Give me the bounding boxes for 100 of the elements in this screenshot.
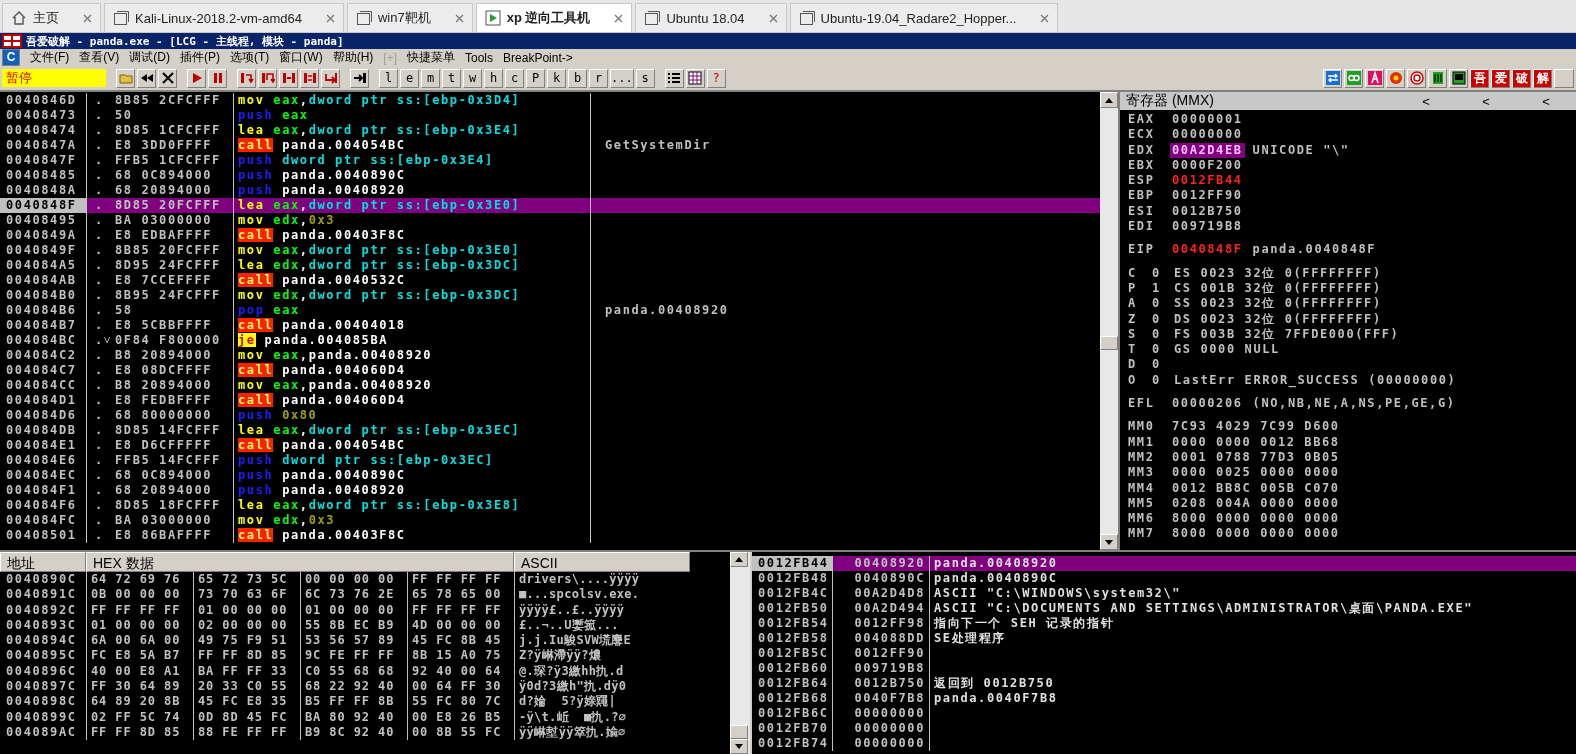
scrollbar[interactable] <box>1100 92 1118 550</box>
plugin-button[interactable]: 吾 <box>1470 68 1489 88</box>
down-arrow-icon[interactable] <box>735 743 743 749</box>
register-value[interactable]: 0040848F <box>1170 242 1245 258</box>
flag-value[interactable]: 0 <box>1152 372 1174 389</box>
browser-tab[interactable]: Ubuntu 18.04 <box>635 3 787 32</box>
stack-row[interactable]: 0012FB68 0040F7B8 panda.0040F7B8 <box>752 691 1576 706</box>
plugin-button[interactable]: 解 <box>1533 68 1552 88</box>
menu-item[interactable]: 文件(F) <box>30 49 70 66</box>
view-button[interactable]: ... <box>610 68 634 88</box>
code-row[interactable]: 004084D6 . 68 80000000 push 0x80 <box>0 408 1100 423</box>
browser-tab[interactable]: 主页 <box>2 3 101 32</box>
code-row[interactable]: 004084EC . 68 0C894000 push panda.0040890C <box>0 468 1100 483</box>
stack-row[interactable]: 0012FB4C 00A2D4D8 ASCII "C:\WINDOWS\system32\" <box>752 586 1576 601</box>
code-row[interactable]: 004084F1 . 68 20894000 push panda.00408920 <box>0 483 1100 498</box>
register-value[interactable]: 009719B8 <box>1170 219 1245 235</box>
close-button[interactable] <box>158 68 177 88</box>
flag-value[interactable]: 0 <box>1152 265 1174 281</box>
close-icon[interactable] <box>454 13 464 23</box>
stack-row[interactable]: 0012FB48 0040890C panda.0040890C <box>752 571 1576 586</box>
stack-row[interactable]: 0012FB54 0012FF98 指向下一个 SEH 记录的指针 <box>752 616 1576 631</box>
scrollbar[interactable] <box>730 552 750 754</box>
chip-button[interactable] <box>1428 68 1447 88</box>
flag-value[interactable]: 0 <box>1152 326 1174 343</box>
list-button[interactable] <box>664 68 684 88</box>
register-value[interactable]: 0000 0025 0000 0000 <box>1170 465 1342 481</box>
dot-button[interactable] <box>1386 68 1405 88</box>
stack-row[interactable]: 0012FB50 00A2D494 ASCII "C:\DOCUMENTS AND SETTINGS\ADMINISTRATOR\桌面\PANDA.EXE" <box>752 601 1576 616</box>
code-row[interactable]: 004084F6 . 8D85 18FCFFF lea eax,dword ptr ss:[ebp-0x3E8] <box>0 498 1100 513</box>
up-arrow-icon[interactable] <box>1105 97 1113 103</box>
view-button[interactable]: m <box>421 68 440 88</box>
code-row[interactable]: 00408485 . 68 0C894000 push panda.0040890C <box>0 168 1100 183</box>
register-value[interactable]: 0012B750 <box>1170 203 1245 220</box>
view-button[interactable]: b <box>568 68 587 88</box>
play-button[interactable] <box>187 68 206 88</box>
code-row[interactable]: 004084AB . E8 7CCEFFFF call panda.0040532C <box>0 273 1100 288</box>
plugin-button[interactable]: 破 <box>1512 68 1531 88</box>
code-row[interactable]: 004084B0 . 8B95 24FCFFF mov edx,dword ptr ss:[ebp-0x3DC] <box>0 288 1100 303</box>
register-value[interactable]: 0012FF90 <box>1170 188 1245 204</box>
browser-tab[interactable]: Ubuntu-19.04_Radare2_Hopper... <box>789 3 1059 32</box>
flag-value[interactable]: 0 <box>1152 357 1174 373</box>
menu-item[interactable]: Tools <box>465 50 494 65</box>
plugin-button[interactable]: 爱 <box>1491 68 1510 88</box>
stack-row[interactable]: 0012FB60 009719B8 <box>752 661 1576 676</box>
pair-button[interactable] <box>1344 68 1363 88</box>
code-row[interactable]: 0040847F . FFB5 1CFCFFF push dword ptr ss:[ebp-0x3E4] <box>0 153 1100 168</box>
view-button[interactable]: w <box>463 68 482 88</box>
view-button[interactable]: l <box>379 68 398 88</box>
register-value[interactable]: 00000000 <box>1170 127 1245 143</box>
help-button[interactable]: ? <box>706 68 726 88</box>
menu-item[interactable]: 选项(T) <box>230 49 270 66</box>
stack-row[interactable]: 0012FB64 0012B750 返回到 0012B750 <box>752 676 1576 691</box>
view-button[interactable]: s <box>635 68 655 88</box>
code-row[interactable]: 004084E6 . FFB5 14FCFFF push dword ptr ss:[ebp-0x3EC] <box>0 453 1100 468</box>
register-value[interactable]: 0012FB44 <box>1170 173 1245 189</box>
view-button[interactable]: r <box>589 68 608 88</box>
code-row[interactable]: 0040849F . 8B85 20FCFFF mov eax,dword ptr ss:[ebp-0x3E0] <box>0 243 1100 258</box>
register-value[interactable]: 8000 0000 0000 0000 <box>1170 511 1342 527</box>
pause-button[interactable] <box>208 68 227 88</box>
menu-item[interactable]: 快捷菜单 <box>407 49 455 66</box>
register-value[interactable]: 8000 0000 0000 0000 <box>1170 526 1342 542</box>
code-row[interactable]: 00408473 . 50 push eax <box>0 108 1100 123</box>
register-value[interactable]: 00000206 <box>1170 396 1245 412</box>
browser-tab[interactable]: win7靶机 <box>346 3 473 32</box>
down-arrow-icon[interactable] <box>1105 539 1113 545</box>
folder-button[interactable] <box>116 68 135 88</box>
grid-button[interactable] <box>685 68 705 88</box>
register-value[interactable]: 7C93 4029 7C99 D600 <box>1170 419 1342 435</box>
view-button[interactable]: e <box>400 68 419 88</box>
browser-tab[interactable]: xp 逆向工具机 <box>475 3 633 32</box>
scroll-thumb[interactable] <box>1100 336 1118 350</box>
stack-row[interactable]: 0012FB6C 00000000 <box>752 706 1576 721</box>
menu-item[interactable]: 窗口(W) <box>279 49 323 66</box>
rewind-button[interactable] <box>137 68 156 88</box>
code-row[interactable]: 004084E1 . E8 D6CFFFFF call panda.004054BC <box>0 438 1100 453</box>
menu-item[interactable]: 查看(V) <box>79 49 120 66</box>
swap-button[interactable] <box>1323 68 1342 88</box>
flag-value[interactable]: 0 <box>1152 342 1174 358</box>
close-icon[interactable] <box>83 13 92 23</box>
code-row[interactable]: 0040846D . 8B85 2CFCFFF mov eax,dword ptr ss:[ebp-0x3D4] <box>0 93 1100 108</box>
register-value[interactable]: 0000F200 <box>1170 157 1245 174</box>
code-row[interactable]: 004084BC .˅ 0F84 F800000 je panda.004085BA <box>0 333 1100 348</box>
browser-tab[interactable]: Kali-Linux-2018.2-vm-amd64 <box>104 3 344 32</box>
menu-item[interactable]: BreakPoint-> <box>503 50 573 65</box>
code-row[interactable]: 004084B7 . E8 5CBBFFFF call panda.00404018 <box>0 318 1100 333</box>
stack-row[interactable]: 0012FB58 004088DD SE处理程序 <box>752 631 1576 646</box>
column-header[interactable]: ASCII <box>514 552 690 572</box>
stack-row[interactable]: 0012FB5C 0012FF90 <box>752 646 1576 661</box>
goto-button[interactable] <box>350 68 369 88</box>
register-value[interactable]: 00000001 <box>1170 112 1245 128</box>
stack-row[interactable]: 0012FB74 00000000 <box>752 736 1576 751</box>
close-icon[interactable] <box>768 13 778 23</box>
stack-row[interactable]: 0012FB44 00408920 panda.00408920 <box>752 556 1576 571</box>
panel-button[interactable] <box>1449 68 1468 88</box>
collapse-button[interactable]: < <box>1456 93 1516 109</box>
register-value[interactable]: 0001 0788 77D3 0B05 <box>1170 449 1342 466</box>
code-row[interactable]: 0040848F . 8D85 20FCFFF lea eax,dword ptr ss:[ebp-0x3E0] <box>0 198 1100 213</box>
column-header[interactable]: HEX 数据 <box>86 552 514 572</box>
register-value[interactable]: 00A2D4EB <box>1170 142 1245 158</box>
blank-button[interactable] <box>1554 68 1574 88</box>
